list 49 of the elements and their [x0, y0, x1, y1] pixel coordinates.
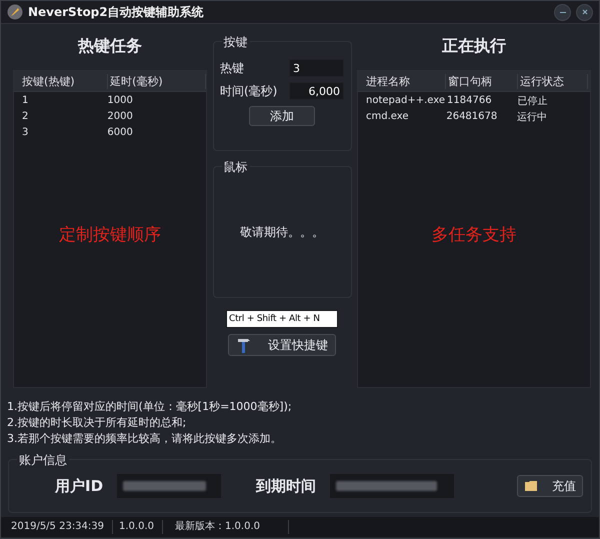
note-text: 1.按键后将停留对应的时间(单位：毫秒[1秒=1000毫秒]); [7, 399, 293, 415]
status-text: 1.0.0.0 [113, 520, 164, 534]
close-button[interactable] [576, 4, 593, 20]
column-header[interactable]: 按键(热键) [20, 74, 108, 88]
section-title: 正在执行 [442, 36, 506, 57]
feather-logo-icon [7, 4, 23, 20]
table-cell-text: 2000 [106, 111, 134, 122]
table-cell-text: 6000 [106, 127, 134, 138]
add-button[interactable]: 添加 [249, 106, 315, 126]
status-text: 2019/5/5 23:34:39 [5, 520, 114, 534]
expiry-field[interactable] [330, 474, 454, 498]
group-title: 账户信息 [17, 452, 69, 469]
hotkey-field[interactable]: 3 [289, 59, 344, 77]
table-cell-text: 已停止 [516, 94, 548, 108]
minimize-button[interactable] [554, 4, 571, 20]
promo-text: 多任务支持 [430, 224, 518, 246]
expiry-label: 到期时间 [256, 476, 316, 496]
table-cell-text: 运行中 [516, 110, 548, 124]
section-title: 热键任务 [78, 36, 142, 57]
note-text: 2.按键的时长取决于所有延时的总和; [7, 415, 188, 431]
user-id-label: 用户ID [55, 476, 104, 496]
table-cell-text: cmd.exe [365, 111, 410, 122]
close-icon [580, 8, 588, 16]
table-cell-text: 26481678 [445, 111, 498, 122]
user-id-field[interactable] [117, 474, 222, 498]
table-cell-text: 1 [21, 95, 30, 106]
group-title: 按键 [222, 34, 250, 51]
folder-icon [524, 480, 538, 492]
table-cell-text: 3 [21, 127, 30, 138]
status-text: 最新版本：1.0.0.0 [163, 520, 290, 534]
column-header[interactable]: 进程名称 [364, 74, 446, 88]
coming-soon-text: 敬请期待。。。 [240, 224, 324, 240]
field-label: 热键 [220, 60, 244, 76]
set-shortcut-button[interactable]: 设置快捷键 [228, 334, 336, 356]
column-header[interactable]: 窗口句柄 [446, 74, 518, 88]
note-text: 3.若那个按键需要的频率比较高，请将此按键多次添加。 [7, 431, 282, 447]
table-cell-text: 1000 [106, 95, 134, 106]
recharge-button[interactable]: 充值 [517, 475, 583, 497]
window-title: NeverStop2自动按键辅助系统 [28, 4, 204, 20]
shortcut-field[interactable]: Ctrl + Shift + Alt + N [226, 310, 338, 328]
table-cell-text: notepad++.exe [365, 95, 446, 106]
table-cell-text: 1184766 [446, 95, 493, 106]
time-field[interactable]: 6,000 [289, 82, 344, 100]
field-label: 时间(毫秒) [220, 82, 278, 100]
promo-text: 定制按键顺序 [58, 224, 162, 246]
column-header[interactable]: 运行状态 [518, 74, 588, 88]
column-header[interactable]: 延时(毫秒) [108, 74, 206, 88]
table-cell-text: 2 [21, 111, 30, 122]
group-title: 鼠标 [222, 159, 250, 176]
